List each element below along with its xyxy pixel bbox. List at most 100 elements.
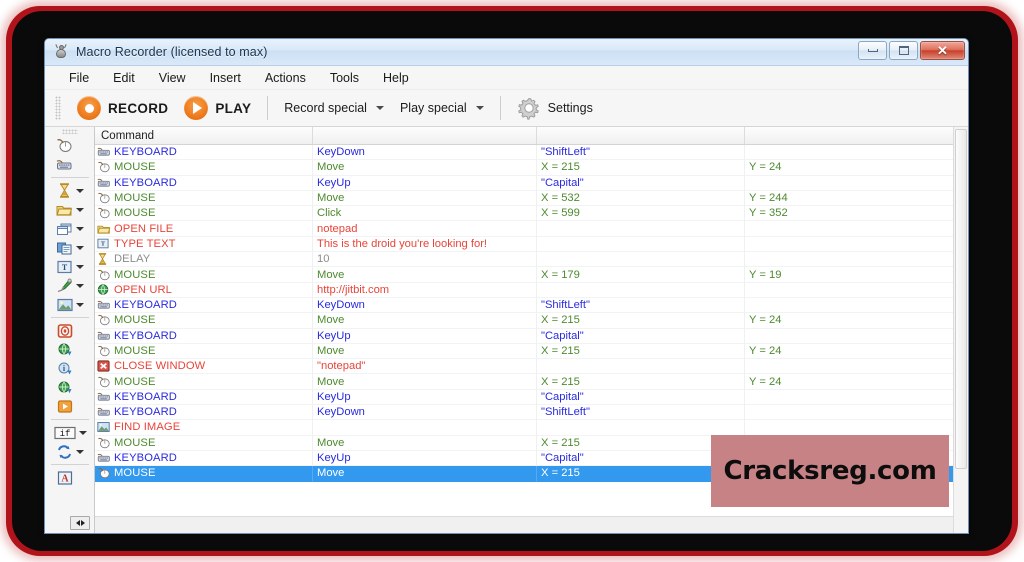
command-label: KEYBOARD: [114, 146, 177, 159]
watermark-text: Cracksreg.com: [723, 456, 937, 486]
find-image-dropdown[interactable]: [74, 302, 84, 307]
table-row[interactable]: OPEN FILE notepad: [95, 221, 968, 237]
cell-parameter-2-text: X = 215: [541, 314, 580, 327]
cell-parameter-1: Click: [313, 206, 537, 222]
if-icon: if: [53, 424, 77, 441]
sidebar-item-clipboard-tool[interactable]: [45, 238, 94, 257]
column-header-parameter-3[interactable]: [745, 127, 968, 144]
cell-parameter-1: notepad: [313, 221, 537, 237]
run-icon: [55, 398, 74, 415]
window-dropdown[interactable]: [74, 226, 84, 231]
sidebar-item-record-region-tool[interactable]: [45, 321, 94, 340]
column-header-parameter-2[interactable]: [537, 127, 745, 144]
table-row[interactable]: DELAY 10: [95, 252, 968, 268]
grid-vertical-scroll-thumb[interactable]: [955, 129, 967, 469]
sidebar-item-mouse-tool[interactable]: [45, 136, 94, 155]
table-row[interactable]: MOUSE Move X = 532 Y = 244: [95, 190, 968, 207]
sidebar-item-info-tool[interactable]: i: [45, 359, 94, 378]
minimize-button[interactable]: [858, 41, 887, 60]
title-bar[interactable]: Macro Recorder (licensed to max) ✕: [45, 39, 968, 66]
menu-item-tools[interactable]: Tools: [318, 68, 371, 88]
maximize-button[interactable]: [889, 41, 918, 60]
table-row[interactable]: KEYBOARD KeyUp "Capital": [95, 175, 968, 191]
sidebar-item-loop-tool[interactable]: [45, 442, 94, 461]
play-special-button[interactable]: Play special: [392, 99, 492, 117]
toolbar-separator-2: [499, 96, 501, 120]
column-header-parameter-1[interactable]: [313, 127, 537, 144]
type-text-dropdown[interactable]: [74, 264, 84, 269]
keyboard-icon: [97, 146, 111, 158]
clipboard-dropdown[interactable]: [74, 245, 84, 250]
table-row[interactable]: KEYBOARD KeyDown "ShiftLeft": [95, 297, 968, 314]
sidebar-item-window-tool[interactable]: [45, 219, 94, 238]
sidebar-item-find-image-tool[interactable]: [45, 295, 94, 314]
table-row[interactable]: OPEN URL http://jitbit.com: [95, 282, 968, 298]
menu-item-help[interactable]: Help: [371, 68, 421, 88]
table-row[interactable]: KEYBOARD KeyDown "ShiftLeft": [95, 405, 968, 421]
table-row[interactable]: CLOSE WINDOW "notepad": [95, 359, 968, 375]
sidebar-item-open-file-tool[interactable]: [45, 200, 94, 219]
cell-parameter-3-text: Y = 24: [749, 345, 782, 357]
sidebar-item-type-text-tool[interactable]: T: [45, 257, 94, 276]
command-label: DELAY: [114, 253, 151, 266]
sidebar-item-open-url-tool[interactable]: [45, 340, 94, 359]
menu-item-view[interactable]: View: [147, 68, 198, 88]
sidebar-grip[interactable]: [61, 129, 78, 134]
table-row[interactable]: MOUSE Move X = 179 Y = 19: [95, 267, 968, 283]
loop-dropdown[interactable]: [74, 449, 84, 454]
table-row[interactable]: T TYPE TEXT This is the droid you're looki…: [95, 236, 968, 253]
cell-parameter-2: "Capital": [537, 328, 745, 344]
menu-item-file[interactable]: File: [57, 68, 101, 88]
eyedropper-icon: [55, 277, 74, 294]
grid-horizontal-scrollbar[interactable]: [95, 516, 968, 533]
grid-vertical-scrollbar[interactable]: [953, 127, 968, 533]
if-dropdown[interactable]: [77, 430, 87, 435]
cell-parameter-1: This is the droid you're looking for!: [313, 236, 537, 253]
close-button[interactable]: ✕: [920, 41, 965, 60]
sidebar-item-run-tool[interactable]: [45, 397, 94, 416]
menu-item-actions[interactable]: Actions: [253, 68, 318, 88]
sidebar-item-delay-tool[interactable]: [45, 181, 94, 200]
cell-parameter-2-text: X = 215: [541, 436, 580, 449]
sidebar-item-text-variable-tool[interactable]: A: [45, 468, 94, 487]
cell-parameter-3: Y = 24: [745, 343, 968, 360]
record-button[interactable]: RECORD: [69, 94, 176, 122]
sidebar-item-color-picker-tool[interactable]: [45, 276, 94, 295]
table-row[interactable]: MOUSE Move X = 215 Y = 24: [95, 374, 968, 390]
table-row[interactable]: MOUSE Move X = 215 Y = 24: [95, 160, 968, 176]
column-header-command[interactable]: Command: [95, 127, 313, 144]
svg-text:T: T: [62, 262, 68, 271]
cell-parameter-1: Move: [313, 160, 537, 176]
menu-item-insert[interactable]: Insert: [198, 68, 253, 88]
cell-parameter-2-text: "Capital": [541, 329, 584, 342]
sidebar-item-web-tool[interactable]: [45, 378, 94, 397]
cell-parameter-2-text: X = 215: [541, 375, 580, 388]
table-row[interactable]: MOUSE Move X = 215 Y = 24: [95, 343, 968, 360]
cell-parameter-1: [313, 420, 537, 436]
play-button[interactable]: PLAY: [176, 94, 259, 122]
cell-parameter-2-text: "ShiftLeft": [541, 406, 590, 419]
table-row[interactable]: KEYBOARD KeyUp "Capital": [95, 389, 968, 406]
color-picker-dropdown[interactable]: [74, 283, 84, 288]
table-row[interactable]: KEYBOARD KeyDown "ShiftLeft": [95, 145, 968, 161]
command-label: MOUSE: [114, 375, 156, 388]
sidebar-item-if-condition-tool[interactable]: if: [45, 423, 94, 442]
cell-parameter-1-text: KeyUp: [317, 176, 351, 189]
open-file-dropdown[interactable]: [74, 207, 84, 212]
record-special-button[interactable]: Record special: [276, 99, 392, 117]
cell-parameter-3: [745, 297, 968, 314]
sidebar-scroll-buttons[interactable]: [70, 516, 90, 530]
toolbar-grip[interactable]: [55, 96, 61, 120]
cell-parameter-1-text: Move: [317, 314, 345, 327]
sidebar-item-keyboard-tool[interactable]: [45, 155, 94, 174]
cell-parameter-2-text: X = 179: [541, 268, 580, 281]
delay-dropdown[interactable]: [74, 188, 84, 193]
settings-button[interactable]: Settings: [509, 94, 601, 122]
table-row[interactable]: KEYBOARD KeyUp "Capital": [95, 328, 968, 344]
table-row[interactable]: FIND IMAGE: [95, 420, 968, 436]
table-row[interactable]: MOUSE Move X = 215 Y = 24: [95, 313, 968, 329]
table-row[interactable]: MOUSE Click X = 599 Y = 352: [95, 206, 968, 222]
cell-command: MOUSE: [95, 435, 313, 451]
menu-item-edit[interactable]: Edit: [101, 68, 147, 88]
cell-parameter-1: KeyUp: [313, 175, 537, 191]
